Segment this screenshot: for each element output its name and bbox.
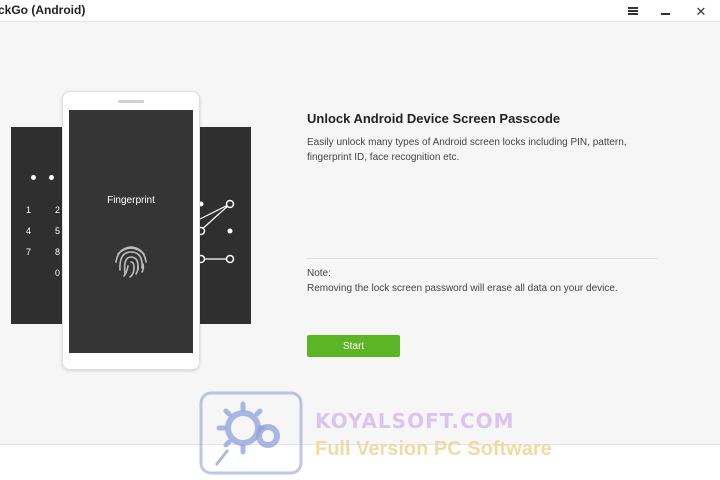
keypad-digit: 8 [55, 247, 61, 257]
fingerprint-icon [115, 246, 147, 278]
keypad-digit: 7 [26, 247, 32, 257]
pin-dot [31, 175, 36, 180]
minimize-icon [660, 13, 670, 15]
pattern-node [225, 254, 235, 264]
minimize-button[interactable] [648, 0, 682, 22]
watermark-brand: KOYALSOFT.COM [315, 409, 515, 433]
app-title: ckGo (Android) [0, 3, 86, 17]
hamburger-icon [628, 7, 638, 15]
fingerprint-label: Fingerprint [107, 195, 155, 206]
keypad-digit: 0 [55, 268, 61, 278]
title-bar: ckGo (Android) ✕ [0, 0, 720, 22]
phone-speaker [118, 100, 144, 103]
pin-dot [49, 175, 54, 180]
keypad-digit: 5 [55, 226, 61, 236]
description-text: Easily unlock many types of Android scre… [307, 137, 627, 163]
keypad-digit: 4 [26, 226, 32, 236]
watermark-logo [199, 391, 303, 475]
page-title: Unlock Android Device Screen Passcode [307, 111, 561, 126]
note-text: Removing the lock screen password will e… [307, 283, 618, 294]
start-button[interactable]: Start [307, 335, 400, 357]
pattern-lock-panel [196, 127, 251, 324]
close-button[interactable]: ✕ [684, 0, 718, 22]
menu-button[interactable] [616, 0, 650, 22]
close-icon: ✕ [695, 3, 707, 19]
pin-keypad-panel: 1 2 4 5 7 8 0 [11, 127, 66, 324]
watermark-tagline: Full Version PC Software [315, 438, 552, 460]
pattern-lines [196, 199, 235, 264]
phone-screen: Fingerprint [69, 110, 193, 353]
phone-illustration: Fingerprint [62, 91, 200, 370]
pattern-node [227, 228, 233, 234]
note-label: Note: [307, 268, 331, 279]
pattern-node [225, 199, 235, 209]
keypad-digit: 2 [55, 205, 61, 215]
divider [307, 258, 657, 259]
keypad-digit: 1 [26, 205, 32, 215]
